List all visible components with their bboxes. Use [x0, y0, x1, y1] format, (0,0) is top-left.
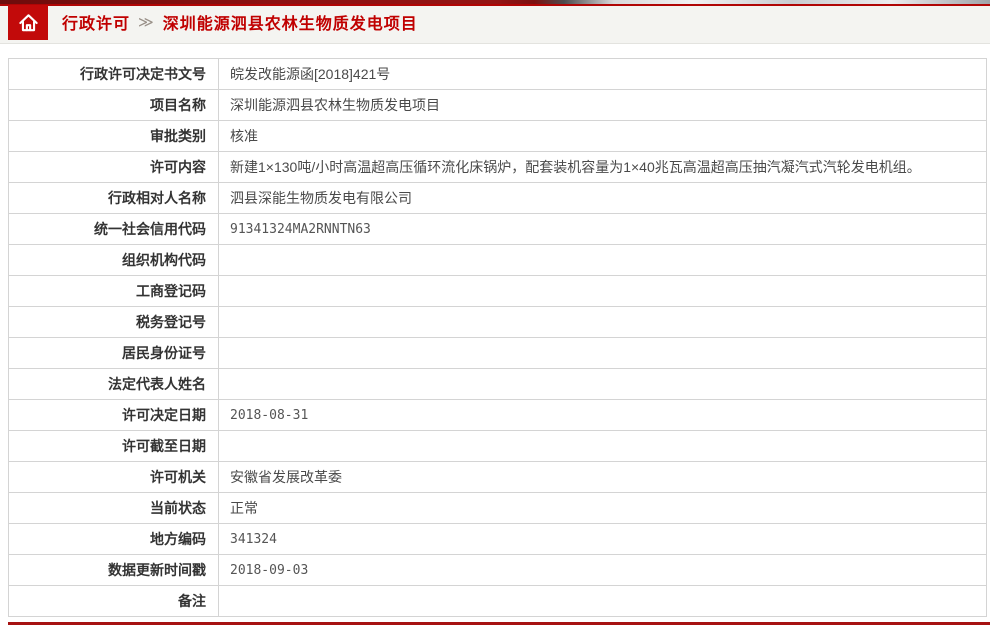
field-value: 91341324MA2RNNTN63 [219, 214, 987, 245]
table-row: 组织机构代码 [9, 245, 987, 276]
field-value: 皖发改能源函[2018]421号 [219, 59, 987, 90]
table-row: 备注 [9, 586, 987, 617]
table-row: 居民身份证号 [9, 338, 987, 369]
field-value: 正常 [219, 493, 987, 524]
table-row: 许可内容 新建1×130吨/小时高温超高压循环流化床锅炉，配套装机容量为1×40… [9, 152, 987, 183]
field-value [219, 245, 987, 276]
table-row: 法定代表人姓名 [9, 369, 987, 400]
page-header: 行政许可 ≫ 深圳能源泗县农林生物质发电项目 [0, 0, 990, 44]
field-label: 许可截至日期 [9, 431, 219, 462]
table-row: 数据更新时间戳 2018-09-03 [9, 555, 987, 586]
table-row: 当前状态 正常 [9, 493, 987, 524]
field-label: 法定代表人姓名 [9, 369, 219, 400]
field-label: 地方编码 [9, 524, 219, 555]
field-value: 核准 [219, 121, 987, 152]
field-value: 安徽省发展改革委 [219, 462, 987, 493]
field-label: 许可内容 [9, 152, 219, 183]
breadcrumb-page-title: 深圳能源泗县农林生物质发电项目 [163, 10, 418, 34]
field-label: 当前状态 [9, 493, 219, 524]
field-label: 行政许可决定书文号 [9, 59, 219, 90]
field-label: 组织机构代码 [9, 245, 219, 276]
field-value [219, 369, 987, 400]
bottom-red-divider [8, 622, 990, 625]
table-row: 许可机关 安徽省发展改革委 [9, 462, 987, 493]
breadcrumb: 行政许可 ≫ 深圳能源泗县农林生物质发电项目 [62, 0, 418, 43]
field-label: 许可决定日期 [9, 400, 219, 431]
field-value [219, 586, 987, 617]
field-value [219, 338, 987, 369]
license-detail-table: 行政许可决定书文号 皖发改能源函[2018]421号 项目名称 深圳能源泗县农林… [8, 58, 987, 617]
field-value: 泗县深能生物质发电有限公司 [219, 183, 987, 214]
field-value [219, 307, 987, 338]
field-value: 深圳能源泗县农林生物质发电项目 [219, 90, 987, 121]
field-value: 341324 [219, 524, 987, 555]
table-row: 许可决定日期 2018-08-31 [9, 400, 987, 431]
table-row: 项目名称 深圳能源泗县农林生物质发电项目 [9, 90, 987, 121]
field-label: 居民身份证号 [9, 338, 219, 369]
home-icon [17, 11, 40, 34]
field-label: 工商登记码 [9, 276, 219, 307]
breadcrumb-separator-icon: ≫ [138, 13, 155, 31]
home-button[interactable] [8, 5, 48, 40]
breadcrumb-section-link[interactable]: 行政许可 [62, 10, 130, 34]
field-label: 税务登记号 [9, 307, 219, 338]
field-label: 行政相对人名称 [9, 183, 219, 214]
field-label: 备注 [9, 586, 219, 617]
field-value: 2018-09-03 [219, 555, 987, 586]
field-label: 审批类别 [9, 121, 219, 152]
field-label: 统一社会信用代码 [9, 214, 219, 245]
field-label: 许可机关 [9, 462, 219, 493]
table-row: 行政许可决定书文号 皖发改能源函[2018]421号 [9, 59, 987, 90]
table-row: 地方编码 341324 [9, 524, 987, 555]
field-label: 项目名称 [9, 90, 219, 121]
table-row: 统一社会信用代码 91341324MA2RNNTN63 [9, 214, 987, 245]
table-row: 工商登记码 [9, 276, 987, 307]
license-table-body: 行政许可决定书文号 皖发改能源函[2018]421号 项目名称 深圳能源泗县农林… [9, 59, 987, 617]
field-label: 数据更新时间戳 [9, 555, 219, 586]
table-row: 行政相对人名称 泗县深能生物质发电有限公司 [9, 183, 987, 214]
table-row: 税务登记号 [9, 307, 987, 338]
field-value: 2018-08-31 [219, 400, 987, 431]
field-value [219, 276, 987, 307]
field-value [219, 431, 987, 462]
table-row: 许可截至日期 [9, 431, 987, 462]
field-value: 新建1×130吨/小时高温超高压循环流化床锅炉，配套装机容量为1×40兆瓦高温超… [219, 152, 987, 183]
table-row: 审批类别 核准 [9, 121, 987, 152]
